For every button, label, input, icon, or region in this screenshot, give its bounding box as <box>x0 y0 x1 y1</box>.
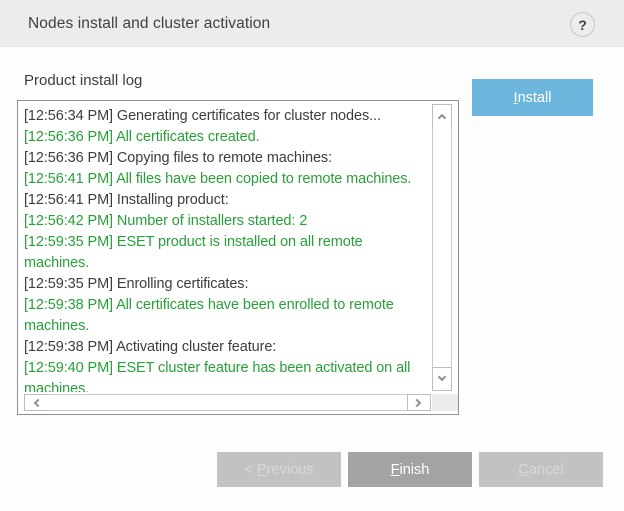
scroll-down-button[interactable] <box>432 367 452 391</box>
install-button[interactable]: Install <box>472 79 593 116</box>
log-line: [12:56:36 PM] Copying files to remote ma… <box>24 148 426 169</box>
horizontal-scroll-track[interactable] <box>47 395 408 410</box>
cancel-button-label: Cancel <box>518 462 563 478</box>
scrollbar-corner <box>432 394 458 411</box>
log-line: [12:59:40 PM] ESET cluster feature has b… <box>24 358 426 392</box>
question-mark-icon: ? <box>578 17 587 33</box>
log-line: [12:59:38 PM] All certificates have been… <box>24 295 426 337</box>
log-line: [12:59:35 PM] ESET product is installed … <box>24 232 426 274</box>
help-button[interactable]: ? <box>570 12 595 37</box>
finish-button-label: Finish <box>391 462 430 478</box>
log-line: [12:59:38 PM] Activating cluster feature… <box>24 337 426 358</box>
page-title: Nodes install and cluster activation <box>28 0 270 47</box>
log-line: [12:56:34 PM] Generating certificates fo… <box>24 106 426 127</box>
log-line: [12:59:35 PM] Enrolling certificates: <box>24 274 426 295</box>
vertical-scrollbar[interactable] <box>432 104 452 391</box>
scroll-right-button[interactable] <box>407 394 431 411</box>
chevron-left-icon <box>34 398 42 406</box>
title-bar: Nodes install and cluster activation ? <box>0 0 624 47</box>
previous-button-label: < Previous <box>245 462 314 478</box>
vertical-scroll-track[interactable] <box>433 127 451 368</box>
log-line: [12:56:41 PM] All files have been copied… <box>24 169 426 190</box>
chevron-down-icon <box>438 373 446 381</box>
cancel-button[interactable]: Cancel <box>479 452 603 487</box>
scroll-up-button[interactable] <box>432 104 452 128</box>
log-content: [12:56:34 PM] Generating certificates fo… <box>18 101 426 392</box>
product-install-log-label: Product install log <box>24 72 142 89</box>
chevron-up-icon <box>438 114 446 122</box>
product-install-log[interactable]: [12:56:34 PM] Generating certificates fo… <box>17 100 459 415</box>
previous-button[interactable]: < Previous <box>217 452 341 487</box>
chevron-right-icon <box>413 398 421 406</box>
footer-button-row: < Previous Finish Cancel <box>217 452 603 487</box>
install-button-label: Install <box>514 90 552 106</box>
finish-button[interactable]: Finish <box>348 452 472 487</box>
log-line: [12:56:36 PM] All certificates created. <box>24 127 426 148</box>
log-line: [12:56:41 PM] Installing product: <box>24 190 426 211</box>
horizontal-scrollbar[interactable] <box>24 394 431 411</box>
log-line: [12:56:42 PM] Number of installers start… <box>24 211 426 232</box>
scroll-left-button[interactable] <box>24 394 48 411</box>
